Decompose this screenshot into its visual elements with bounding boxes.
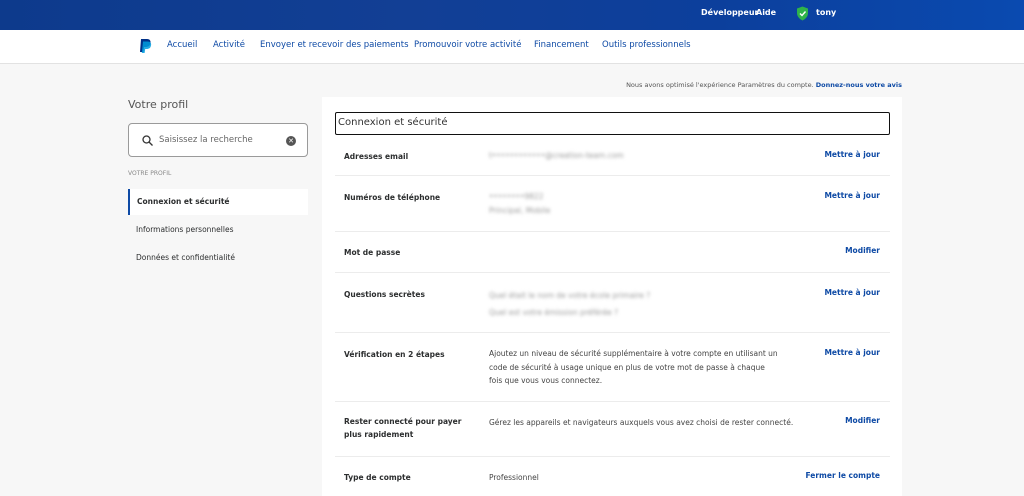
row-label: Questions secrètes <box>344 290 425 299</box>
developer-link[interactable]: Développeur <box>701 8 758 17</box>
row-value: ••••••••9822 Principal, Mobile <box>489 190 789 217</box>
row-label: Type de compte <box>344 473 411 482</box>
row-value: Quel était le nom de votre école primair… <box>489 287 789 321</box>
search-input[interactable]: Saisissez la recherche <box>159 135 253 145</box>
row-value: t••••••••••••@creation-team.com <box>489 149 789 163</box>
search-field[interactable]: Saisissez la recherche ✕ <box>128 123 308 157</box>
help-link[interactable]: Aide <box>756 8 776 17</box>
email-value: t••••••••••••@creation-team.com <box>489 151 624 160</box>
phone-value: ••••••••9822 <box>489 192 544 201</box>
row-label: Adresses email <box>344 152 409 161</box>
sidebar-item-data-privacy[interactable]: Données et confidentialité <box>128 245 308 271</box>
row-label: Numéros de téléphone <box>344 193 441 202</box>
shield-check-icon[interactable] <box>796 6 809 21</box>
main-nav: Accueil Activité Envoyer et recevoir des… <box>0 30 1024 64</box>
sidebar-title: Votre profil <box>128 98 189 111</box>
row-account-type: Type de compte Professionnel Fermer le c… <box>335 457 890 496</box>
update-email-button[interactable]: Mettre à jour <box>824 150 880 159</box>
notice-text: Nous avons optimisé l'expérience Paramèt… <box>626 81 814 89</box>
stay-logged-description: Gérez les appareils et navigateurs auxqu… <box>489 418 794 427</box>
nav-home[interactable]: Accueil <box>167 40 197 50</box>
security-question-2: Quel est votre émission préférée ? <box>489 308 619 317</box>
paypal-logo-icon[interactable] <box>138 38 152 54</box>
clear-search-icon[interactable]: ✕ <box>286 136 296 146</box>
sidebar-item-personal-info[interactable]: Informations personnelles <box>128 217 308 243</box>
row-password: Mot de passe Modifier <box>335 232 890 273</box>
change-password-button[interactable]: Modifier <box>845 246 880 255</box>
top-bar: Développeur Aide tony <box>0 0 1024 30</box>
two-step-description: Ajoutez un niveau de sécurité supplément… <box>489 349 778 385</box>
update-phone-button[interactable]: Mettre à jour <box>824 191 880 200</box>
update-two-step-button[interactable]: Mettre à jour <box>824 348 880 357</box>
row-label: Vérification en 2 étapes <box>344 350 445 359</box>
update-questions-button[interactable]: Mettre à jour <box>824 288 880 297</box>
row-phone: Numéros de téléphone ••••••••9822 Princi… <box>335 176 890 232</box>
manage-devices-button[interactable]: Modifier <box>845 416 880 425</box>
row-email: Adresses email t••••••••••••@creation-te… <box>335 140 890 176</box>
sidebar-item-login-security[interactable]: Connexion et sécurité <box>128 189 308 215</box>
close-account-button[interactable]: Fermer le compte <box>805 471 880 480</box>
row-label: Mot de passe <box>344 248 401 257</box>
user-name[interactable]: tony <box>816 8 836 17</box>
nav-financing[interactable]: Financement <box>534 40 589 50</box>
row-label: Rester connecté pour payer plus rapideme… <box>344 417 462 439</box>
row-security-questions: Questions secrètes Quel était le nom de … <box>335 273 890 333</box>
nav-activity[interactable]: Activité <box>213 40 245 50</box>
account-type-value: Professionnel <box>489 473 539 482</box>
nav-promote[interactable]: Promouvoir votre activité <box>414 40 521 50</box>
sidebar-section-label: VOTRE PROFIL <box>128 170 172 177</box>
feedback-link[interactable]: Donnez-nous votre avis <box>816 81 902 89</box>
phone-type: Principal, Mobile <box>489 205 551 215</box>
search-icon <box>142 135 153 146</box>
security-question-1: Quel était le nom de votre école primair… <box>489 291 651 300</box>
row-stay-logged-in: Rester connecté pour payer plus rapideme… <box>335 402 890 457</box>
nav-business-tools[interactable]: Outils professionnels <box>602 40 691 50</box>
panel-title: Connexion et sécurité <box>335 112 890 135</box>
row-two-step: Vérification en 2 étapes Ajoutez un nive… <box>335 333 890 402</box>
nav-send-receive[interactable]: Envoyer et recevoir des paiements <box>260 40 409 50</box>
feedback-notice: Nous avons optimisé l'expérience Paramèt… <box>626 81 902 89</box>
